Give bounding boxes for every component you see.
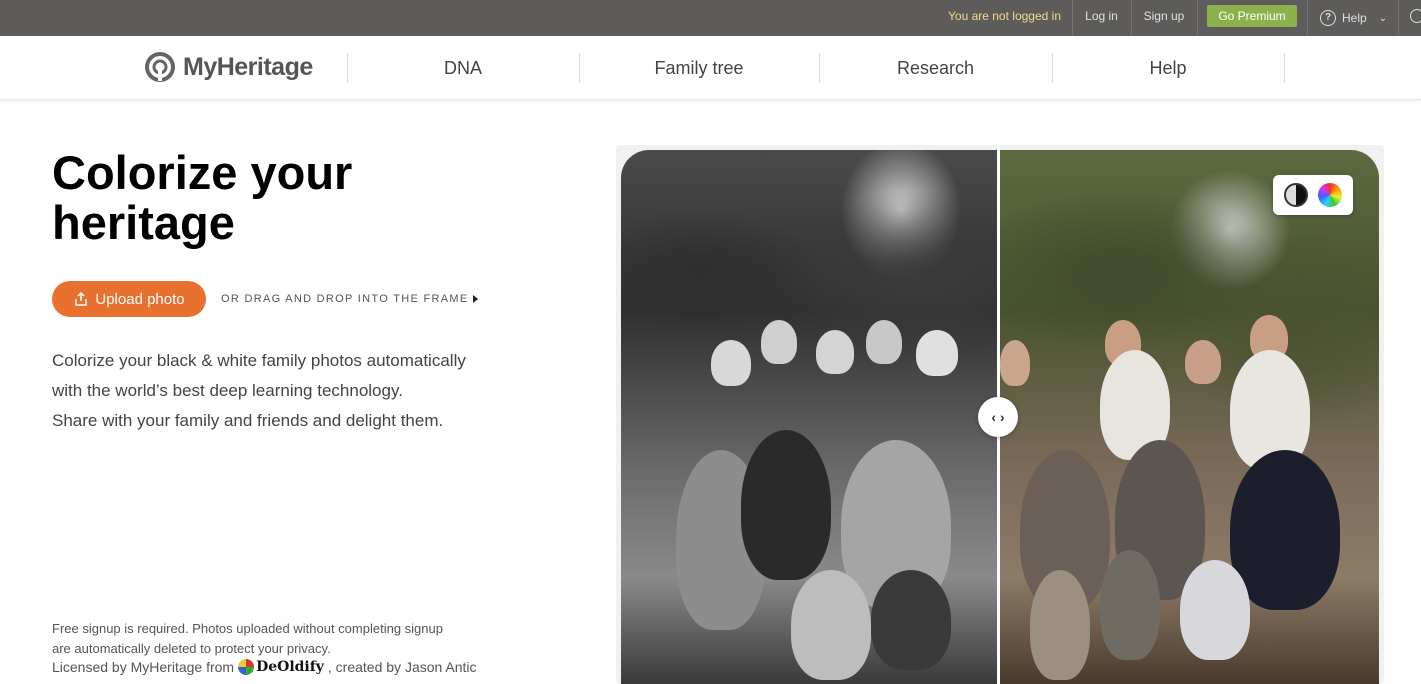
black-white-icon[interactable] [1284, 183, 1308, 207]
description-line: Share with your family and friends and d… [52, 411, 444, 430]
signup-notice: Free signup is required. Photos uploaded… [52, 619, 443, 659]
photo-figure [761, 320, 797, 364]
colorized-photo [1000, 150, 1379, 684]
divider [1197, 0, 1198, 36]
title-line-2: heritage [52, 196, 235, 249]
nav-divider [1284, 53, 1285, 83]
photo-figure [916, 330, 958, 376]
description-line: Colorize your black & white family photo… [52, 351, 466, 370]
logo-text: MyHeritage [183, 52, 313, 81]
photo-compare-frame[interactable]: ‹ › [616, 145, 1384, 684]
divider [1307, 0, 1308, 36]
license-prefix: Licensed by MyHeritage from [52, 659, 235, 675]
photo-figure [1230, 450, 1340, 610]
top-utility-bar: You are not logged in Log in Sign up Go … [0, 0, 1421, 36]
photo-figure [741, 430, 831, 580]
photo-figure [1030, 570, 1090, 680]
help-icon: ? [1320, 10, 1336, 26]
login-status: You are not logged in [948, 9, 1061, 23]
photo-figure [871, 570, 951, 670]
photo-figure [1180, 560, 1250, 660]
photo-figure [866, 320, 902, 364]
color-wheel-icon[interactable] [1318, 183, 1342, 207]
deoldify-label: DeOldify [256, 659, 324, 675]
page-title: Colorize your heritage [52, 148, 452, 248]
nav-item-research[interactable]: Research [819, 36, 1052, 100]
go-premium-button[interactable]: Go Premium [1207, 5, 1297, 27]
title-line-1: Colorize your [52, 146, 353, 199]
photo-figure [1000, 340, 1030, 386]
chevron-down-icon: ⌄ [1378, 12, 1388, 24]
signup-link[interactable]: Sign up [1131, 0, 1197, 36]
myheritage-logo-icon [145, 52, 175, 82]
help-label: Help [1342, 11, 1367, 25]
notice-line: Free signup is required. Photos uploaded… [52, 621, 443, 636]
drag-drop-hint: OR DRAG AND DROP INTO THE FRAME [221, 293, 478, 305]
drag-drop-label: OR DRAG AND DROP INTO THE FRAME [221, 293, 469, 305]
arrow-right-icon [472, 295, 478, 303]
photo-figure [1100, 550, 1160, 660]
description: Colorize your black & white family photo… [52, 346, 466, 436]
nav-item-family-tree[interactable]: Family tree [579, 36, 819, 100]
help-menu[interactable]: ? Help ⌄ [1320, 0, 1387, 36]
photo-figure [816, 330, 854, 374]
nav-item-help[interactable]: Help [1052, 36, 1284, 100]
description-line: with the world’s best deep learning tech… [52, 381, 403, 400]
compare-handle-icon[interactable]: ‹ › [978, 397, 1018, 437]
view-mode-toggle [1273, 175, 1353, 215]
login-link[interactable]: Log in [1072, 0, 1131, 36]
deoldify-logo-icon [238, 659, 255, 675]
myheritage-logo[interactable]: MyHeritage [145, 52, 313, 82]
globe-icon[interactable] [1410, 9, 1421, 23]
notice-line: are automatically deleted to protect you… [52, 641, 331, 656]
photo-figure [1185, 340, 1221, 384]
upload-photo-button[interactable]: Upload photo [52, 281, 206, 317]
photo-figure [711, 340, 751, 386]
upload-photo-label: Upload photo [95, 290, 185, 308]
nav-item-dna[interactable]: DNA [347, 36, 579, 100]
black-white-photo [621, 150, 998, 684]
deoldify-link[interactable]: DeOldify [238, 659, 324, 675]
main-nav: MyHeritage DNA Family tree Research Help [0, 36, 1421, 100]
divider [1398, 0, 1399, 36]
upload-icon [75, 291, 88, 306]
license-credit: Licensed by MyHeritage from DeOldify , c… [52, 659, 477, 675]
photo-figure [791, 570, 871, 680]
license-suffix: , created by Jason Antic [327, 659, 477, 675]
